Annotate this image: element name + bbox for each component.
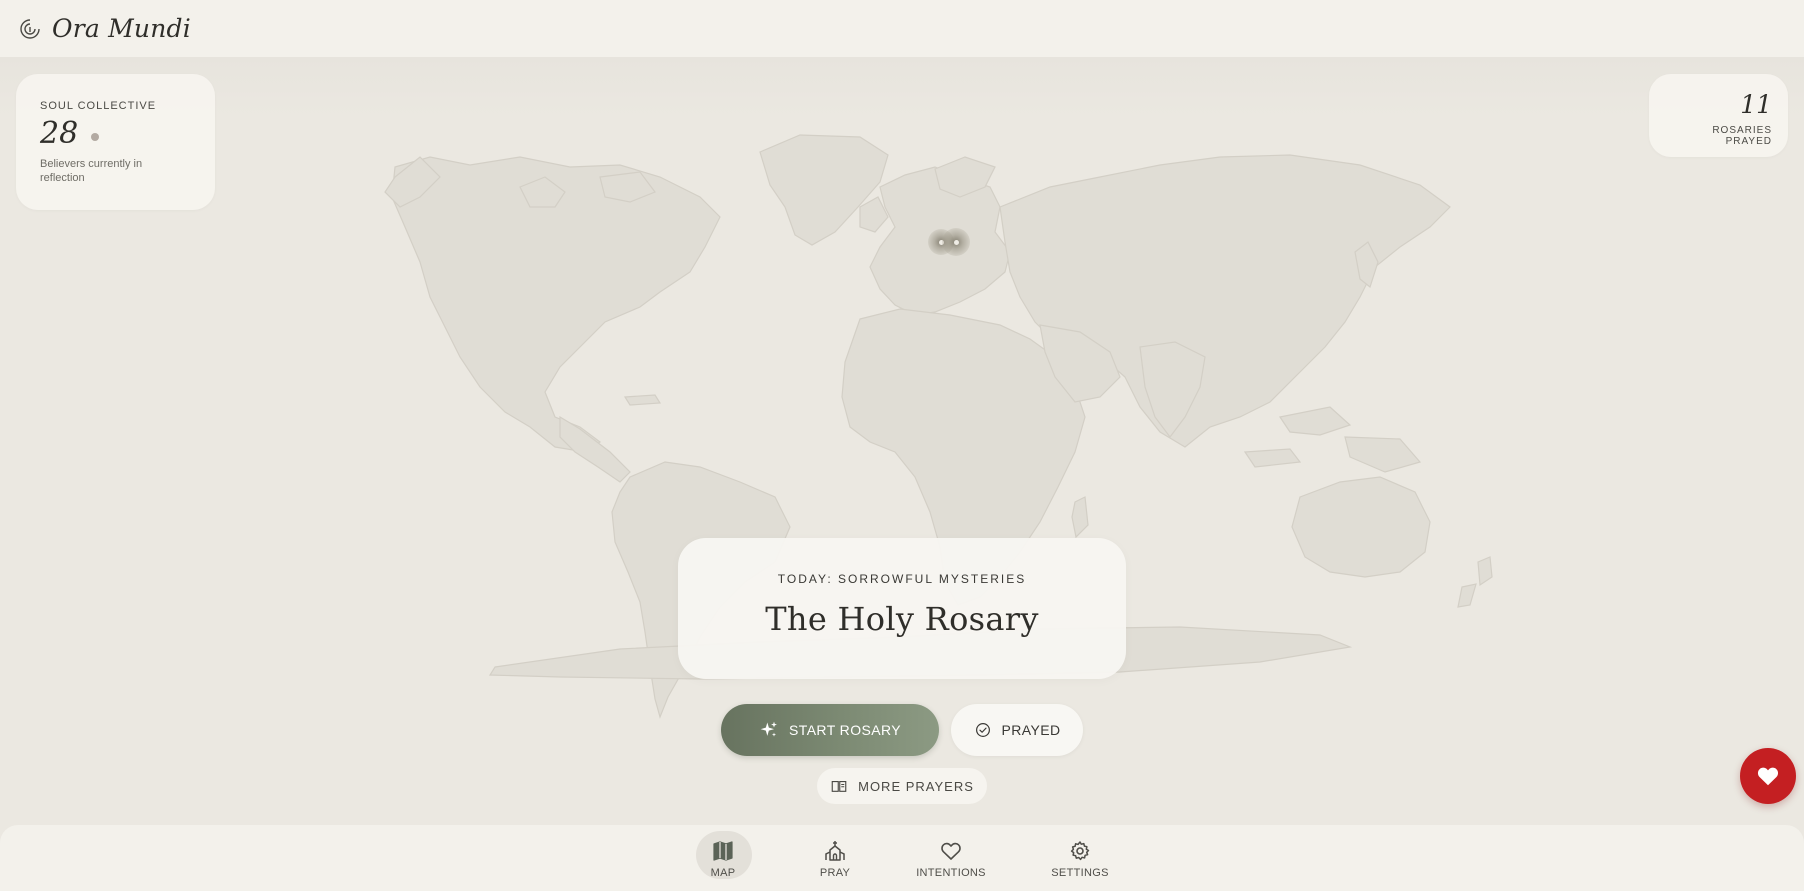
app-title: Ora Mundi (52, 14, 191, 43)
more-prayers-label: MORE PRAYERS (858, 778, 974, 794)
nav-label-pray: PRAY (819, 867, 851, 879)
presence-marker[interactable] (942, 228, 970, 256)
rosaries-label: ROSARIES PRAYED (1712, 125, 1772, 147)
believers-caption: Believers currently in reflection (40, 158, 143, 184)
nav-item-pray[interactable]: PRAY (790, 839, 880, 879)
sparkle-icon (760, 721, 777, 737)
rosaries-prayed-card: 11 ROSARIES PRAYED (1649, 74, 1788, 157)
nav-item-settings[interactable]: SETTINGS (1035, 839, 1125, 879)
mystery-card: TODAY: SORROWFUL MYSTERIES The Holy Rosa… (678, 538, 1126, 679)
app-header: Ora Mundi (0, 0, 1804, 57)
church-icon (825, 841, 845, 861)
start-rosary-label: START ROSARY (789, 722, 901, 738)
nav-label-intentions: INTENTIONS (916, 867, 986, 879)
nav-label-map: MAP (710, 867, 736, 879)
prayed-label: PRAYED (1001, 722, 1061, 738)
heart-outline-icon (941, 842, 961, 860)
believers-count: 28 (40, 116, 79, 151)
favorite-button[interactable] (1740, 748, 1796, 804)
nav-item-intentions[interactable]: INTENTIONS (906, 839, 996, 879)
soul-collective-label: SOUL COLLECTIVE (40, 100, 157, 112)
check-circle-icon (975, 723, 990, 737)
start-rosary-button[interactable]: START ROSARY (721, 704, 939, 756)
rosaries-count: 11 (1740, 90, 1772, 119)
live-status-dot (90, 133, 99, 141)
spiral-icon (20, 18, 40, 39)
soul-collective-card: SOUL COLLECTIVE 28 Believers currently i… (16, 74, 215, 210)
nav-label-settings: SETTINGS (1051, 867, 1109, 879)
gear-icon (1070, 841, 1090, 861)
mystery-label: TODAY: SORROWFUL MYSTERIES (777, 572, 1027, 586)
prayed-button[interactable]: PRAYED (951, 704, 1083, 756)
heart-icon (1757, 767, 1779, 786)
more-prayers-button[interactable]: MORE PRAYERS (817, 768, 987, 804)
mystery-title: The Holy Rosary (765, 600, 1039, 638)
bottom-navigation: MAP PRAY INTENTIONS SETTINGS (0, 825, 1804, 891)
map-icon (713, 841, 733, 861)
book-open-icon (831, 780, 847, 792)
nav-item-map[interactable]: MAP (678, 831, 768, 879)
